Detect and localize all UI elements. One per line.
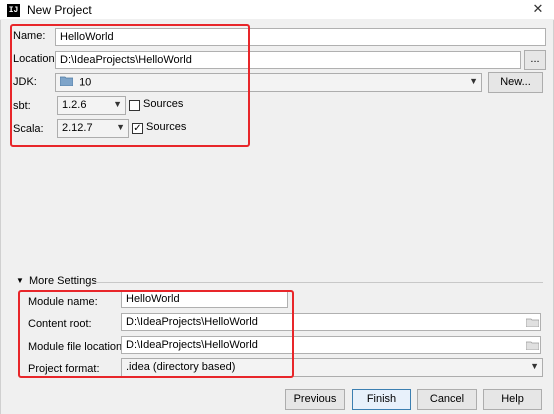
- more-settings-divider: [91, 282, 543, 283]
- chevron-down-icon: ▼: [530, 361, 539, 371]
- highlight-box-bottom: [18, 290, 294, 378]
- more-settings-header[interactable]: More Settings: [29, 275, 97, 287]
- previous-button[interactable]: Previous: [285, 389, 345, 410]
- new-jdk-button[interactable]: New...: [488, 72, 543, 93]
- close-icon[interactable]: ✕: [526, 0, 550, 18]
- highlight-box-top: [10, 24, 250, 147]
- chevron-down-icon: ▼: [469, 76, 478, 86]
- intellij-app-icon: IJ: [7, 4, 20, 17]
- title-bar: IJ New Project ✕: [0, 0, 554, 20]
- module-file-location-folder-icon[interactable]: [526, 341, 540, 351]
- window-title: New Project: [27, 3, 92, 17]
- cancel-button[interactable]: Cancel: [417, 389, 477, 410]
- content-root-folder-icon[interactable]: [526, 318, 540, 328]
- help-button[interactable]: Help: [483, 389, 542, 410]
- browse-location-button[interactable]: ...: [524, 50, 546, 70]
- dialog-client-area: Name: HelloWorld Location: D:\IdeaProjec…: [0, 20, 554, 414]
- collapse-triangle-icon[interactable]: ▼: [16, 276, 24, 285]
- finish-button[interactable]: Finish: [352, 389, 411, 410]
